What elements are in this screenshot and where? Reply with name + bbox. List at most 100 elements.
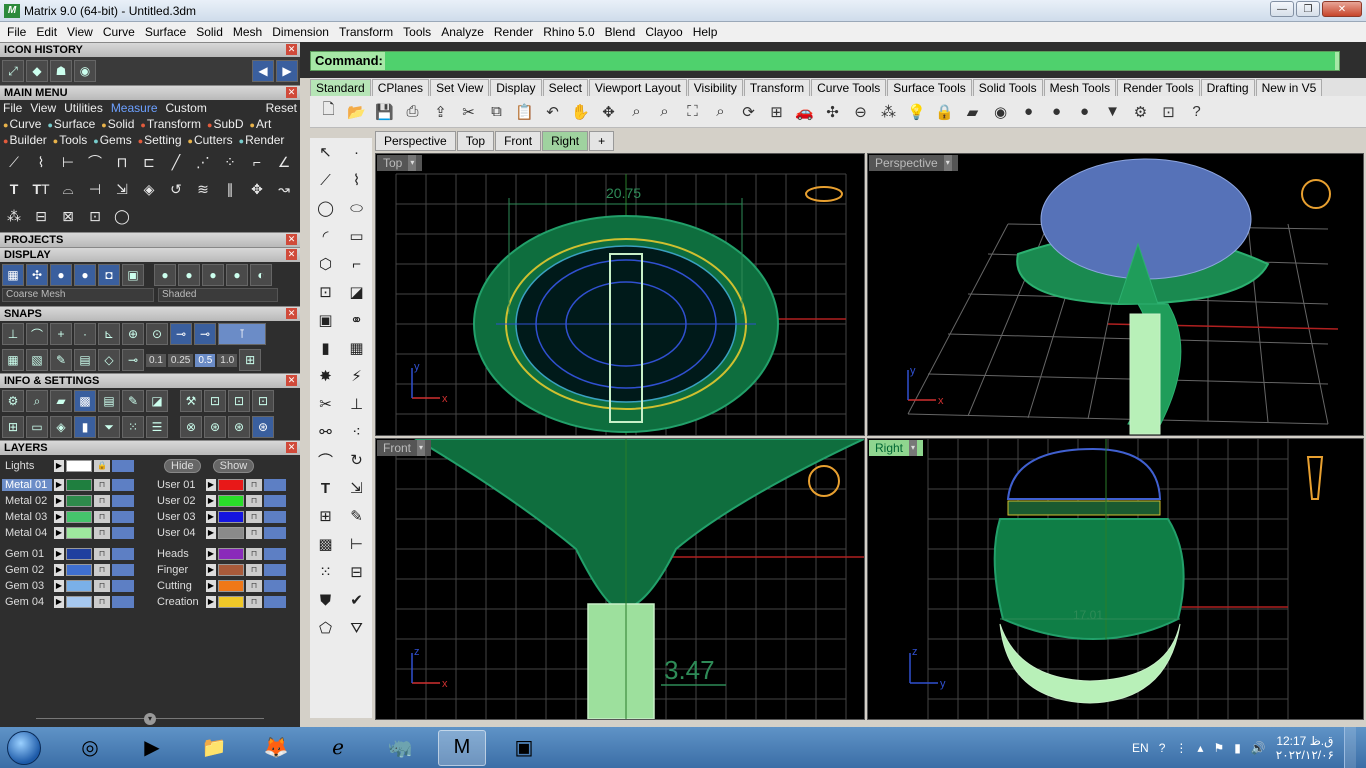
mesh-icon[interactable]: ▦: [349, 339, 363, 357]
lock-icon[interactable]: ⊓: [94, 479, 110, 491]
fillet-edge-icon[interactable]: ⌒: [318, 450, 333, 471]
layer-name[interactable]: Creation: [154, 596, 204, 608]
settings-gear-icon[interactable]: ⚙: [2, 390, 24, 412]
tab-front[interactable]: Front: [495, 131, 542, 151]
profile-tool-icon[interactable]: ⌓: [56, 178, 80, 200]
move-tool-icon[interactable]: ✥: [245, 178, 269, 200]
rail-tool-icon[interactable]: ∥: [218, 178, 242, 200]
cat-solid[interactable]: Solid: [101, 117, 135, 131]
layer-color-swatch[interactable]: [218, 564, 244, 576]
menu-tools[interactable]: Tools: [398, 25, 436, 39]
snap-mid-icon[interactable]: ·: [74, 323, 96, 345]
layers-header[interactable]: LAYERS ✕: [0, 440, 300, 455]
lock-icon[interactable]: ⊓: [94, 580, 110, 592]
trim-tool-icon[interactable]: ⊠: [56, 205, 80, 227]
cat-setting[interactable]: Setting: [138, 133, 181, 147]
close-icon[interactable]: ✕: [286, 234, 297, 245]
maximize-button[interactable]: ❐: [1296, 1, 1320, 17]
cat-surface[interactable]: Surface: [47, 117, 95, 131]
edit-icon[interactable]: ✎: [122, 390, 144, 412]
tab-viewport-layout[interactable]: Viewport Layout: [588, 79, 687, 96]
tool-f-icon[interactable]: ⊛: [204, 416, 226, 438]
fillet-tool-icon[interactable]: ⌐: [245, 151, 269, 173]
lock-icon[interactable]: ⊓: [246, 548, 262, 560]
text-icon[interactable]: T: [321, 480, 330, 497]
mm-reset[interactable]: Reset: [266, 101, 297, 115]
expand-icon[interactable]: ▶: [54, 495, 64, 507]
tab-visibility[interactable]: Visibility: [687, 79, 743, 96]
text-tool-icon[interactable]: T: [2, 178, 26, 200]
viewport-perspective[interactable]: x y Perspective ▾: [867, 153, 1364, 436]
lock-icon[interactable]: ⊓: [94, 495, 110, 507]
expand-icon[interactable]: ▶: [206, 527, 216, 539]
layer-color-swatch[interactable]: [66, 460, 92, 472]
loft-tool-icon[interactable]: ≋: [191, 178, 215, 200]
expand-icon[interactable]: ▶: [206, 495, 216, 507]
lock-icon[interactable]: ⊓: [94, 564, 110, 576]
menu-transform[interactable]: Transform: [334, 25, 398, 39]
show-hidden-icon[interactable]: ▴: [1197, 741, 1203, 755]
layer-color-swatch[interactable]: [66, 527, 92, 539]
control-point-curve-icon[interactable]: ⌇: [353, 171, 360, 189]
edit-curve-icon[interactable]: ✎: [350, 507, 363, 525]
expand-icon[interactable]: ▶: [206, 564, 216, 576]
ungroup-icon[interactable]: ⁖: [352, 423, 361, 441]
menu-mesh[interactable]: Mesh: [228, 25, 267, 39]
cat-subd[interactable]: SubD: [207, 117, 243, 131]
visibility-toggle[interactable]: [112, 460, 134, 472]
scale-tool-icon[interactable]: ⇲: [110, 178, 134, 200]
group-icon[interactable]: ⚯: [319, 423, 332, 441]
tab-cplanes[interactable]: CPlanes: [371, 79, 430, 96]
snap-value-0-5[interactable]: 0.5: [195, 353, 216, 367]
layer-name[interactable]: Gem 02: [2, 564, 52, 576]
scale-icon[interactable]: ⇲: [350, 479, 363, 497]
cube-icon[interactable]: ▩: [74, 390, 96, 412]
cat-art[interactable]: Art: [250, 117, 271, 131]
car-icon[interactable]: 🚗: [792, 99, 817, 124]
menu-analyze[interactable]: Analyze: [436, 25, 489, 39]
snap-near-icon[interactable]: ⌒: [26, 323, 48, 345]
firefox-icon[interactable]: 🦊: [252, 730, 300, 766]
solid-box-icon[interactable]: ▩: [318, 535, 332, 553]
extrude-surface-icon[interactable]: ◪: [349, 283, 363, 301]
zoom-window-icon[interactable]: ⌕: [652, 99, 677, 124]
box-icon[interactable]: ◪: [146, 390, 168, 412]
expand-icon[interactable]: ▶: [206, 596, 216, 608]
flash-icon[interactable]: ⚡: [351, 367, 362, 385]
language-indicator[interactable]: EN: [1132, 741, 1149, 755]
mm-view[interactable]: View: [30, 101, 56, 115]
menu-solid[interactable]: Solid: [191, 25, 228, 39]
menu-curve[interactable]: Curve: [98, 25, 140, 39]
layer-name[interactable]: Gem 04: [2, 596, 52, 608]
expand-icon[interactable]: ▶: [54, 564, 64, 576]
lock-icon[interactable]: ⊓: [246, 511, 262, 523]
circle-icon[interactable]: ◯: [317, 199, 334, 217]
menu-view[interactable]: View: [62, 25, 98, 39]
menu-clayoo[interactable]: Clayoo: [640, 25, 687, 39]
arrow-left-icon[interactable]: ◀: [252, 60, 274, 82]
options-gear-icon[interactable]: ⚙: [1128, 99, 1153, 124]
properties-icon[interactable]: ⊡: [1156, 99, 1181, 124]
mm-measure[interactable]: Measure: [111, 101, 158, 115]
copy-icon[interactable]: ⧉: [484, 99, 509, 124]
trim-icon[interactable]: ✂: [319, 395, 332, 413]
new-file-icon[interactable]: 🗋: [316, 99, 341, 124]
export-tool-icon[interactable]: ⊡: [83, 205, 107, 227]
paste-icon[interactable]: 📋: [512, 99, 537, 124]
media-player-icon[interactable]: ▶: [128, 730, 176, 766]
viewport-top[interactable]: 20.75 x y Top ▾: [375, 153, 865, 436]
list-icon[interactable]: ☰: [146, 416, 168, 438]
lock-icon[interactable]: ⊓: [94, 511, 110, 523]
cat-curve[interactable]: Curve: [3, 117, 41, 131]
zoom-selected-icon[interactable]: ⌕: [708, 99, 733, 124]
rotate-view-icon[interactable]: ⟳: [736, 99, 761, 124]
menu-edit[interactable]: Edit: [31, 25, 62, 39]
expand-icon[interactable]: ▶: [206, 511, 216, 523]
expand-icon[interactable]: ▶: [54, 511, 64, 523]
select-arrow-icon[interactable]: ↖: [319, 143, 332, 161]
layer-color-swatch[interactable]: [66, 580, 92, 592]
layer-color-swatch[interactable]: [218, 527, 244, 539]
menu-surface[interactable]: Surface: [140, 25, 191, 39]
lock-icon[interactable]: ⊓: [246, 580, 262, 592]
layer-name[interactable]: Cutting: [154, 580, 204, 592]
